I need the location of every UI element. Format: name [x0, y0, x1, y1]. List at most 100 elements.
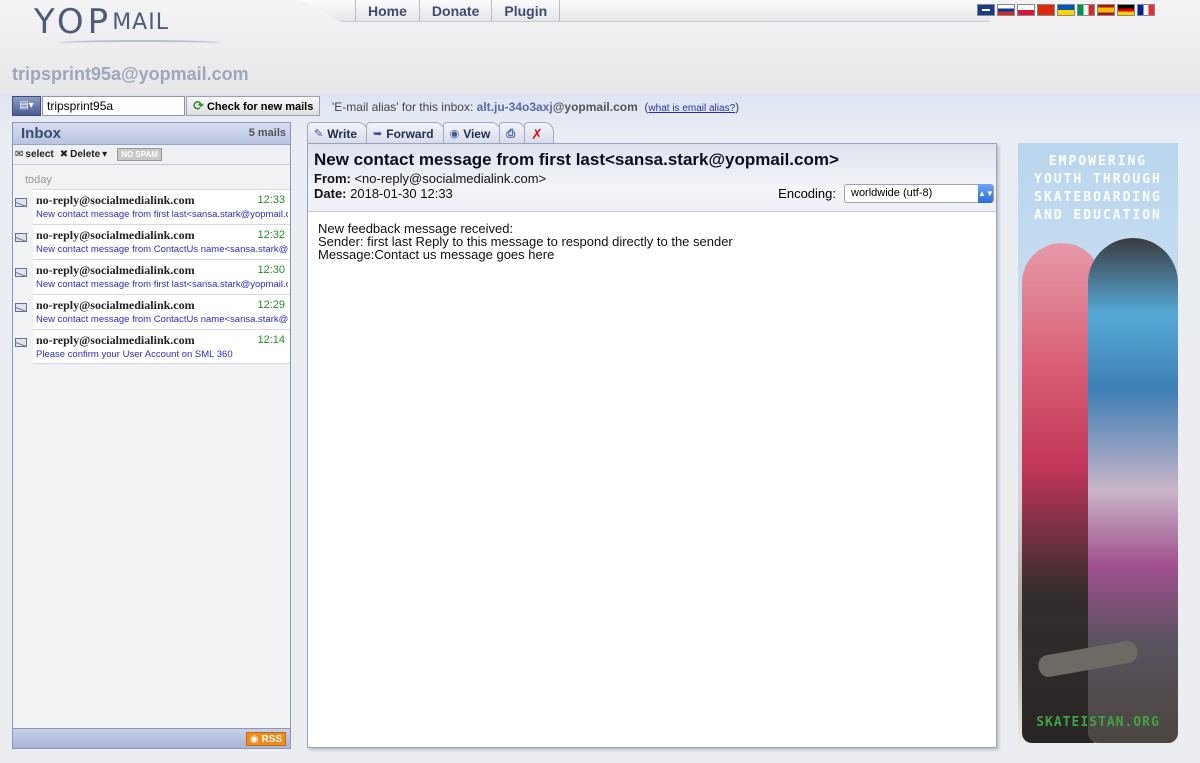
mail-item[interactable]: no-reply@socialmedialink.com 12:29 New c…	[15, 294, 290, 329]
logo-mail: MAIL	[112, 10, 169, 35]
tab-view[interactable]: ◉ View	[442, 122, 502, 144]
spain-flag-icon[interactable]	[1097, 4, 1115, 16]
russia-flag-icon[interactable]	[997, 4, 1015, 16]
body-line: Message:Contact us message goes here	[318, 247, 555, 262]
login-row: ▤▾ ⟳ Check for new mails 'E-mail alias' …	[12, 96, 1012, 116]
mail-subject: New contact message from ContactUs name<…	[36, 244, 288, 255]
logo-yop: YOP	[34, 2, 113, 42]
from-value: <no-reply@socialmedialink.com>	[354, 171, 547, 186]
envelope-icon	[15, 268, 27, 277]
alias-address: alt.ju-34o3axj@yopmail.com	[476, 100, 638, 114]
mail-from: no-reply@socialmedialink.com	[36, 298, 195, 312]
tab-view-label: View	[463, 126, 491, 141]
mail-subject: New contact message from first last<sans…	[36, 279, 288, 290]
envelope-icon: ✉	[15, 149, 24, 160]
rss-button[interactable]: ◉ RSS	[245, 732, 286, 746]
china-flag-icon[interactable]	[1037, 4, 1055, 16]
inbox-footer: ◉ RSS	[13, 728, 290, 748]
italy-flag-icon[interactable]	[1077, 4, 1095, 16]
nav-home[interactable]: Home	[355, 0, 419, 22]
from-label: From:	[314, 171, 351, 186]
france-flag-icon[interactable]	[1137, 4, 1155, 16]
alias-label: 'E-mail alias' for this inbox:	[332, 100, 474, 114]
mail-time: 12:33	[257, 194, 285, 206]
refresh-icon: ⟳	[193, 98, 204, 113]
poland-flag-icon[interactable]	[1017, 4, 1035, 16]
mail-subject: Please confirm your User Account on SML …	[36, 349, 233, 360]
alias-info: 'E-mail alias' for this inbox: alt.ju-34…	[332, 100, 740, 114]
chevron-down-icon: ▾	[102, 149, 108, 160]
nospam-button[interactable]: NO SPAM	[117, 148, 162, 161]
inbox-panel: Inbox 5 mails ✉ select ✖ Delete ▾ NO SPA…	[12, 122, 291, 749]
inbox-email-title: tripsprint95a@yopmail.com	[12, 64, 249, 84]
logo-swoosh	[60, 40, 220, 46]
delete-label: Delete	[70, 149, 101, 160]
message-header: New contact message from first last<sans…	[308, 144, 996, 212]
mail-subject: New contact message from ContactUs name<…	[36, 314, 288, 325]
inbox-login-input[interactable]	[42, 96, 185, 116]
printer-icon: ⎙	[506, 127, 516, 140]
ad-headline: EMPOWERING YOUTH THROUGH SKATEBOARDING A…	[1034, 154, 1162, 223]
eye-icon: ◉	[449, 127, 460, 140]
inbox-count: 5 mails	[248, 127, 286, 139]
nav-plugin[interactable]: Plugin	[491, 0, 561, 22]
date-label: Date:	[314, 186, 347, 201]
envelope-icon	[15, 303, 27, 312]
ukraine-flag-icon[interactable]	[1057, 4, 1075, 16]
message-subject: New contact message from first last<sans…	[314, 150, 839, 169]
check-mails-label: Check for new mails	[206, 101, 314, 113]
mail-item[interactable]: no-reply@socialmedialink.com 12:33 New c…	[15, 189, 290, 224]
encoding-label: Encoding:	[778, 186, 836, 201]
skateistan-ad[interactable]: EMPOWERING YOUTH THROUGH SKATEBOARDING A…	[1018, 143, 1178, 743]
encoding-control: Encoding: worldwide (utf-8) ▲▼	[778, 184, 994, 203]
germany-flag-icon[interactable]	[1117, 4, 1135, 16]
select-arrows-icon: ▲▼	[978, 184, 994, 203]
tab-print[interactable]: ⎙	[499, 122, 527, 144]
message-panel: New contact message from first last<sans…	[307, 143, 997, 748]
delete-button[interactable]: ✖ Delete ▾	[60, 149, 107, 160]
delete-x-icon: ✖	[59, 149, 69, 160]
yopmail-logo[interactable]: YOPMAIL	[34, 2, 169, 42]
mail-from: no-reply@socialmedialink.com	[36, 193, 195, 207]
mail-item[interactable]: no-reply@socialmedialink.com 12:14 Pleas…	[15, 329, 290, 364]
account-menu-button[interactable]: ▤▾	[12, 96, 41, 116]
mail-from: no-reply@socialmedialink.com	[36, 228, 195, 242]
tab-forward-label: Forward	[386, 126, 434, 141]
envelope-icon	[15, 198, 27, 207]
uk-flag-icon[interactable]	[977, 4, 995, 16]
write-icon: ✎	[314, 127, 324, 140]
mail-item[interactable]: no-reply@socialmedialink.com 12:30 New c…	[15, 259, 290, 294]
alias-help-link[interactable]: what is email alias?	[648, 103, 735, 114]
mail-from: no-reply@socialmedialink.com	[36, 263, 195, 277]
mail-subject: New contact message from first last<sans…	[36, 209, 288, 220]
envelope-icon	[15, 233, 27, 242]
tab-write-label: Write	[327, 126, 358, 141]
mail-time: 12:14	[257, 334, 285, 346]
inbox-toolbar: ✉ select ✖ Delete ▾ NO SPAM	[13, 145, 290, 165]
ad-footer-url: SKATEISTAN.ORG	[1036, 715, 1160, 730]
message-tabs: ✎ Write ➥ Forward ◉ View ⎙ ✗	[307, 122, 554, 144]
date-value: 2018-01-30 12:33	[350, 186, 453, 201]
tab-write[interactable]: ✎ Write	[307, 122, 369, 144]
group-today: today	[25, 174, 52, 186]
tab-delete[interactable]: ✗	[524, 122, 554, 144]
check-mails-button[interactable]: ⟳ Check for new mails	[186, 96, 320, 116]
mail-item[interactable]: no-reply@socialmedialink.com 12:32 New c…	[15, 224, 290, 259]
encoding-select[interactable]: worldwide (utf-8) ▲▼	[844, 184, 994, 203]
mail-time: 12:29	[257, 299, 285, 311]
envelope-icon	[15, 338, 27, 347]
language-flags	[977, 4, 1155, 16]
encoding-value: worldwide (utf-8)	[851, 187, 933, 199]
rss-icon: ◉	[249, 734, 259, 745]
forward-icon: ➥	[373, 127, 383, 140]
mail-from: no-reply@socialmedialink.com	[36, 333, 195, 347]
mail-time: 12:32	[257, 229, 285, 241]
delete-icon: ✗	[531, 125, 543, 142]
tab-forward[interactable]: ➥ Forward	[366, 122, 445, 144]
message-body: New feedback message received: Sender: f…	[308, 212, 996, 271]
mail-time: 12:30	[257, 264, 285, 276]
select-button[interactable]: ✉ select	[15, 149, 54, 160]
nav-donate[interactable]: Donate	[418, 0, 491, 22]
inbox-title: Inbox	[21, 125, 61, 142]
top-nav: Home Donate Plugin	[355, 0, 561, 22]
